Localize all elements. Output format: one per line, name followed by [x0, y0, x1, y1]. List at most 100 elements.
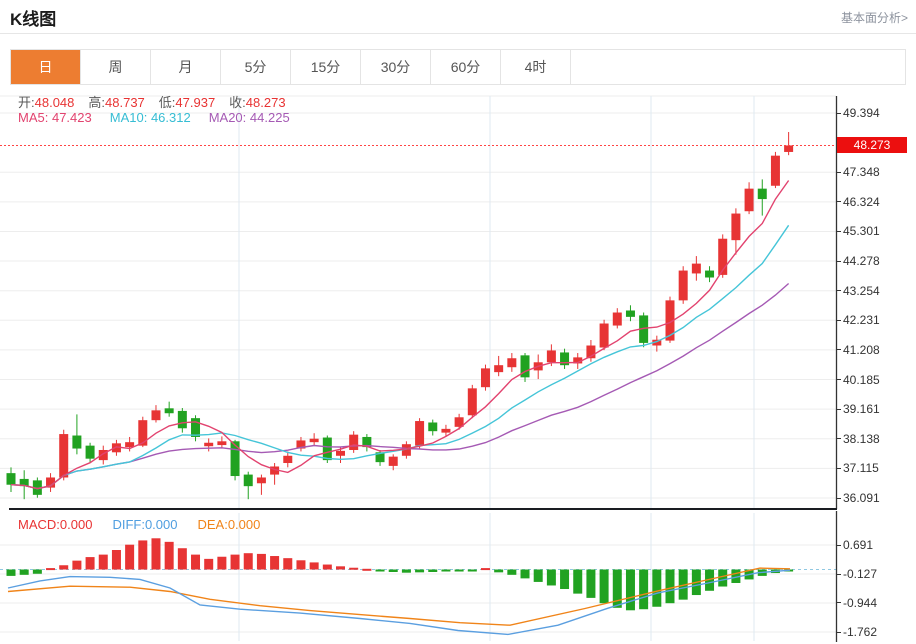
dea-readout: DEA:0.000 [197, 517, 261, 532]
candle-down [428, 422, 438, 432]
kline-chart-widget: K线图 基本面分析> 日 周 月 5分 15分 30分 60分 4时 开:48.… [0, 0, 916, 644]
macd-readout: MACD:0.000 [18, 517, 93, 532]
tab-4hour[interactable]: 4时 [501, 50, 571, 84]
axis-tick [836, 319, 841, 321]
y-axis-label: 45.301 [843, 224, 880, 239]
candle-down [191, 418, 201, 437]
candle-up [388, 456, 398, 466]
candlestick-chart-canvas[interactable] [0, 88, 916, 509]
candle-up [204, 442, 214, 447]
macd-bar-up [125, 544, 135, 570]
macd-bar-down [401, 569, 411, 573]
candle-up [283, 455, 293, 464]
candle-up [59, 434, 69, 478]
macd-bar-up [164, 541, 174, 570]
macd-bar-down [32, 569, 42, 574]
candle-down [164, 408, 174, 414]
axis-tick [836, 290, 841, 292]
macd-bar-down [388, 569, 398, 572]
axis-tick [836, 438, 841, 440]
macd-bar-up [204, 558, 214, 570]
candle-up [599, 323, 609, 348]
macd-bar-down [494, 569, 504, 573]
ma-info: MA5: 47.423 MA10: 46.312 MA20: 44.225 [18, 110, 308, 125]
y-axis-label: 38.138 [843, 431, 880, 446]
header-divider [0, 33, 916, 34]
candle-up [770, 155, 780, 186]
candle-up [125, 442, 135, 448]
open-value: 48.048 [34, 95, 75, 110]
macd-bar-up [217, 556, 227, 570]
macd-bar-up [256, 553, 266, 570]
macd-bar-down [467, 569, 477, 572]
y-axis-label: 39.161 [843, 402, 880, 417]
macd-bar-down [415, 569, 425, 573]
page-title: K线图 [10, 10, 57, 29]
macd-bar-down [573, 569, 583, 594]
axis-tick [836, 631, 841, 633]
candle-down [243, 474, 253, 487]
candle-down [6, 473, 16, 485]
macd-info: MACD:0.000 DIFF:0.000 DEA:0.000 [18, 517, 280, 532]
candle-up [441, 428, 451, 433]
macd-bar-down [665, 569, 675, 604]
candle-up [151, 410, 161, 421]
tab-60min[interactable]: 60分 [431, 50, 501, 84]
y-axis-label: 43.254 [843, 283, 880, 298]
diff-readout: DIFF:0.000 [112, 517, 178, 532]
candle-down [230, 441, 240, 477]
macd-bar-down [507, 569, 517, 575]
macd-bar-down [441, 569, 451, 572]
macd-axis-label: -0.127 [843, 567, 878, 581]
high-label: 高: [88, 95, 106, 110]
candle-up [256, 477, 266, 484]
tab-month[interactable]: 月 [151, 50, 221, 84]
macd-bar-down [6, 569, 16, 576]
macd-bar-up [72, 560, 82, 570]
y-axis-label: 40.185 [843, 372, 880, 387]
candle-down [322, 437, 332, 461]
close-value: 48.273 [245, 95, 286, 110]
macd-bar-down [19, 569, 29, 575]
macd-bar-up [191, 554, 201, 570]
macd-bar-down [428, 569, 438, 572]
tab-day[interactable]: 日 [11, 50, 81, 84]
candle-up [546, 350, 556, 363]
axis-tick [836, 260, 841, 262]
macd-bar-up [480, 568, 490, 571]
macd-bar-up [336, 566, 345, 570]
macd-bar-down [599, 569, 609, 604]
macd-bar-up [322, 564, 332, 570]
low-label: 低: [158, 95, 176, 110]
axis-tick [836, 467, 841, 469]
panel-divider [9, 508, 837, 510]
candle-up [217, 441, 227, 446]
open-label: 开: [18, 95, 35, 110]
fundamental-analysis-link[interactable]: 基本面分析> [841, 9, 908, 26]
ma10-readout: MA10: 46.312 [109, 110, 191, 125]
macd-bar-up [85, 557, 95, 570]
tab-week[interactable]: 周 [81, 50, 151, 84]
axis-tick [836, 379, 841, 381]
tab-15min[interactable]: 15分 [291, 50, 361, 84]
macd-bar-up [309, 562, 319, 570]
candle-up [415, 421, 425, 446]
axis-tick [836, 201, 841, 203]
axis-tick [836, 171, 841, 173]
ohlc-info: 开:48.048 高:48.737 低:47.937 收:48.273 [18, 92, 300, 111]
high-value: 48.737 [105, 95, 145, 110]
macd-bar-down [533, 569, 543, 582]
macd-bar-up [138, 540, 148, 570]
macd-bar-up [230, 554, 240, 570]
macd-bar-down [454, 569, 464, 572]
macd-axis-label: -0.944 [843, 595, 878, 610]
tab-5min[interactable]: 5分 [221, 50, 291, 84]
macd-axis-label: 0.691 [843, 538, 874, 552]
macd-bar-up [296, 560, 306, 570]
macd-bar-down [375, 569, 385, 572]
macd-bar-up [349, 567, 359, 570]
axis-tick [836, 112, 841, 114]
candle-down [85, 445, 95, 459]
macd-bar-up [243, 553, 253, 570]
tab-30min[interactable]: 30分 [361, 50, 431, 84]
